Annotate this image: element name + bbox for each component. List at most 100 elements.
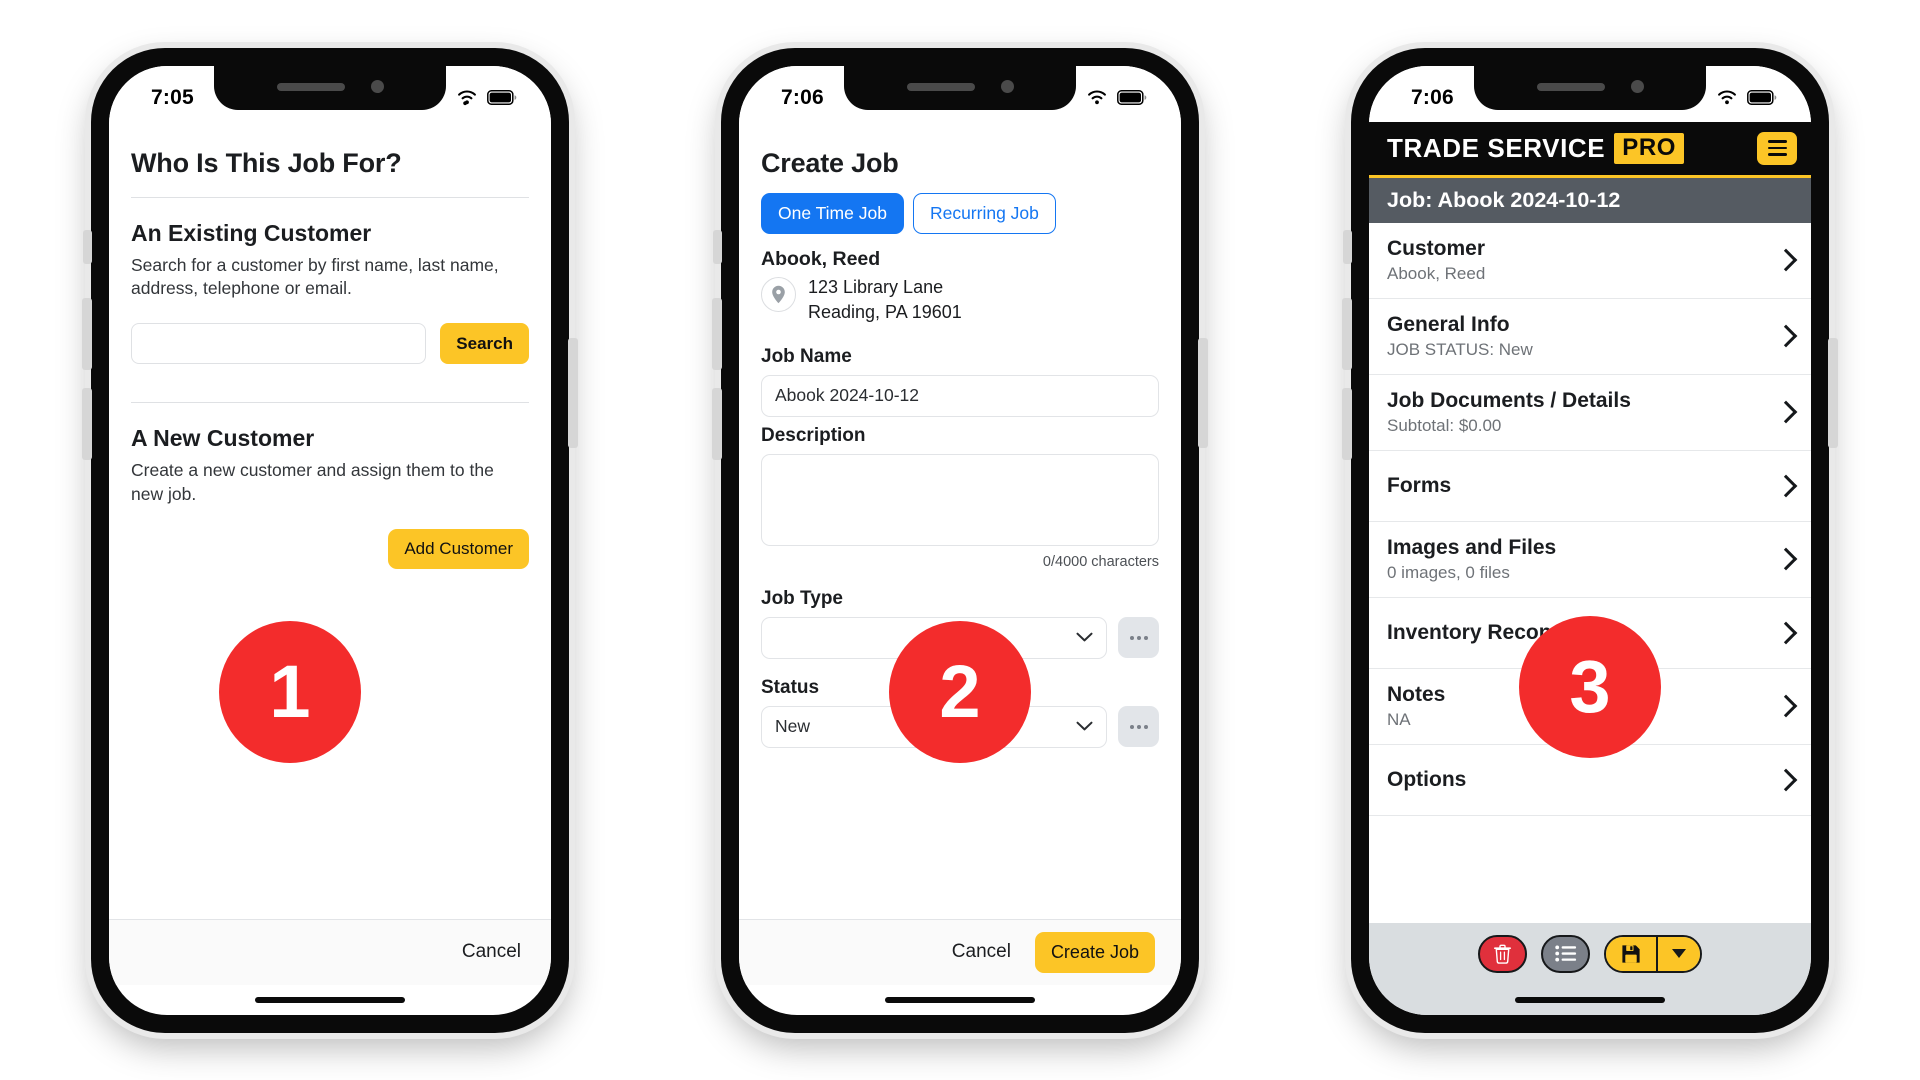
chevron-right-icon	[1777, 546, 1793, 572]
power-button[interactable]	[568, 337, 578, 448]
status-more-button[interactable]	[1118, 706, 1159, 748]
new-customer-heading: A New Customer	[131, 425, 315, 452]
power-button[interactable]	[1198, 337, 1208, 448]
menu-line	[1767, 140, 1787, 143]
row-title: Job Documents / Details	[1387, 388, 1631, 412]
status-indicators	[1716, 89, 1777, 106]
chevron-right-icon	[1777, 767, 1793, 793]
save-dropdown-button[interactable]	[1658, 936, 1700, 971]
status-bar: 7:05	[109, 65, 551, 122]
create-job-button[interactable]: Create Job	[1034, 931, 1155, 973]
row-subtitle: Subtotal: $0.00	[1387, 415, 1502, 435]
list-item-images-and-files[interactable]: Images and Files 0 images, 0 files	[1369, 521, 1811, 598]
ellipsis-dot	[1129, 635, 1134, 640]
description-textarea[interactable]	[761, 453, 1159, 546]
phone-2-create-job: 7:06 Create Job One Time Job Recurring J…	[712, 47, 1208, 1033]
earpiece-speaker	[1536, 82, 1605, 91]
front-camera	[1000, 80, 1014, 93]
row-title: General Info	[1387, 312, 1510, 336]
phone-1-screen: 7:05 Who Is This Job For? An Existing Cu…	[109, 65, 551, 1015]
job-title-bar: Job: Abook 2024-10-12	[1369, 177, 1811, 223]
list-item-customer[interactable]: Customer Abook, Reed	[1369, 222, 1811, 299]
list-item-forms[interactable]: Forms	[1369, 450, 1811, 522]
customer-search-input[interactable]	[131, 323, 427, 365]
ellipsis-dot	[1143, 724, 1148, 729]
search-button[interactable]: Search	[440, 323, 529, 365]
job-type-more-button[interactable]	[1118, 617, 1159, 659]
step-badge-1: 1	[219, 620, 361, 763]
phone-3-screen: 7:06 TRADE SERVICE PRO Job: Abook 2024-1…	[1369, 65, 1811, 1015]
volume-up-button[interactable]	[1342, 297, 1352, 370]
phone-2-content: Create Job One Time Job Recurring Job Ab…	[739, 121, 1181, 919]
battery-icon	[487, 90, 517, 105]
power-button[interactable]	[1828, 337, 1838, 448]
bottom-toolbar	[1369, 922, 1811, 985]
mute-switch[interactable]	[713, 229, 722, 264]
status-value: New	[775, 716, 811, 737]
cancel-button[interactable]: Cancel	[948, 935, 1015, 969]
front-camera	[1630, 80, 1644, 93]
notch	[844, 65, 1076, 110]
hamburger-menu-icon[interactable]	[1757, 131, 1797, 165]
page-title: Who Is This Job For?	[131, 147, 402, 178]
save-button[interactable]	[1606, 936, 1658, 971]
row-subtitle: Abook, Reed	[1387, 263, 1486, 283]
customer-address: 123 Library Lane Reading, PA 19601	[761, 275, 1159, 326]
job-section-list: Customer Abook, Reed General Info JOB ST…	[1369, 222, 1811, 923]
status-time: 7:06	[781, 85, 824, 109]
phone-mockup-stage: 7:05 Who Is This Job For? An Existing Cu…	[0, 0, 1920, 1080]
ellipsis-dot	[1143, 635, 1148, 640]
add-customer-button[interactable]: Add Customer	[388, 529, 529, 570]
page-title: Create Job	[761, 147, 899, 178]
customer-name: Abook, Reed	[761, 247, 881, 270]
chevron-right-icon	[1777, 620, 1793, 646]
mute-switch[interactable]	[83, 229, 92, 264]
address-line-2: Reading, PA 19601	[808, 302, 962, 323]
job-name-input[interactable]	[761, 374, 1159, 417]
list-view-button[interactable]	[1541, 934, 1590, 973]
phone-2-footer: Cancel Create Job	[739, 918, 1181, 985]
row-title: Customer	[1387, 236, 1486, 260]
tab-one-time-job[interactable]: One Time Job	[761, 192, 904, 234]
save-button-group	[1604, 934, 1702, 973]
brand-logo: TRADE SERVICE PRO	[1387, 132, 1685, 164]
cancel-button[interactable]: Cancel	[458, 935, 525, 969]
phone-2-screen: 7:06 Create Job One Time Job Recurring J…	[739, 65, 1181, 1015]
earpiece-speaker	[276, 82, 345, 91]
trash-icon	[1494, 944, 1511, 964]
brand-pro-badge: PRO	[1614, 132, 1685, 164]
delete-button[interactable]	[1478, 934, 1527, 973]
caret-down-icon	[1672, 949, 1686, 958]
volume-up-button[interactable]	[82, 297, 92, 370]
volume-up-button[interactable]	[712, 297, 722, 370]
menu-line	[1767, 146, 1787, 150]
character-counter: 0/4000 characters	[1042, 553, 1159, 570]
menu-line	[1767, 153, 1787, 156]
tab-recurring-job[interactable]: Recurring Job	[912, 192, 1056, 234]
address-line-1: 123 Library Lane	[808, 276, 944, 297]
row-subtitle: 0 images, 0 files	[1387, 562, 1510, 582]
volume-down-button[interactable]	[82, 387, 92, 460]
front-camera	[370, 80, 384, 93]
existing-customer-section: An Existing Customer Search for a custom…	[131, 198, 529, 365]
home-indicator[interactable]	[109, 985, 551, 1015]
chevron-down-icon	[1076, 632, 1093, 642]
ellipsis-dot	[1136, 724, 1141, 729]
volume-down-button[interactable]	[1342, 387, 1352, 460]
mute-switch[interactable]	[1343, 229, 1352, 264]
phone-3-job-detail: 7:06 TRADE SERVICE PRO Job: Abook 2024-1…	[1342, 47, 1838, 1033]
row-subtitle: JOB STATUS: New	[1387, 339, 1533, 359]
ellipsis-dot	[1129, 724, 1134, 729]
list-item-job-documents[interactable]: Job Documents / Details Subtotal: $0.00	[1369, 374, 1811, 451]
description-label: Description	[761, 424, 866, 446]
home-indicator[interactable]	[1369, 984, 1811, 1015]
existing-customer-description: Search for a customer by first name, las…	[131, 254, 499, 299]
brand-name: TRADE SERVICE	[1387, 132, 1606, 163]
status-time: 7:06	[1411, 85, 1454, 109]
list-item-general-info[interactable]: General Info JOB STATUS: New	[1369, 298, 1811, 375]
notch	[214, 65, 446, 110]
search-row: Search	[131, 323, 529, 365]
volume-down-button[interactable]	[712, 387, 722, 460]
home-indicator[interactable]	[739, 985, 1181, 1015]
